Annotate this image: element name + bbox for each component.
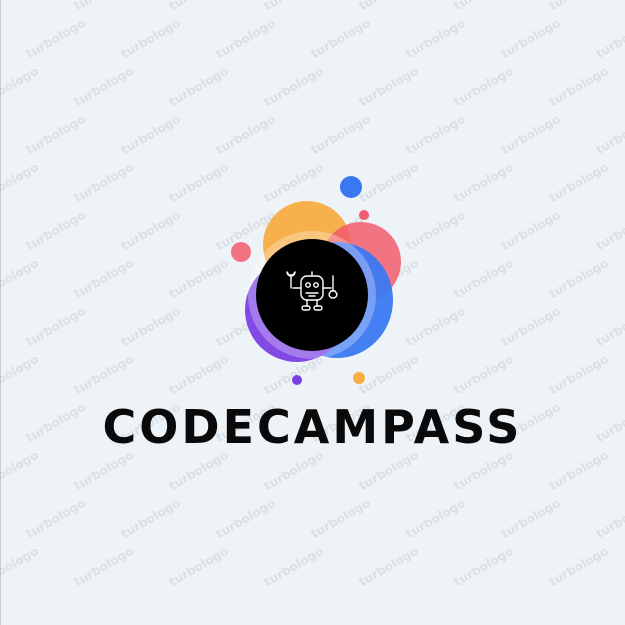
watermark-text: turbologo bbox=[261, 447, 326, 494]
watermark-text: turbologo bbox=[261, 63, 326, 110]
watermark-text: turbologo bbox=[498, 111, 563, 158]
watermark-text: turbologo bbox=[593, 303, 625, 350]
watermark-text: turbologo bbox=[593, 111, 625, 158]
watermark-text: turbologo bbox=[118, 495, 183, 542]
confetti-dot-blue bbox=[340, 176, 362, 198]
watermark-text: turbologo bbox=[547, 0, 611, 13]
watermark-text: turbologo bbox=[0, 0, 41, 13]
watermark-text: turbologo bbox=[71, 159, 136, 206]
watermark-text: turbologo bbox=[213, 495, 278, 542]
watermark-text: turbologo bbox=[0, 543, 41, 590]
watermark-text: turbologo bbox=[167, 0, 231, 13]
watermark-text: turbologo bbox=[593, 207, 625, 254]
watermark-text: turbologo bbox=[308, 111, 373, 158]
watermark-text: turbologo bbox=[166, 63, 231, 110]
watermark-text: turbologo bbox=[403, 495, 468, 542]
watermark-text: turbologo bbox=[356, 543, 421, 590]
watermark-text: turbologo bbox=[451, 63, 516, 110]
logo-mark bbox=[231, 176, 401, 385]
watermark-text: turbologo bbox=[118, 111, 183, 158]
watermark-text: turbologo bbox=[23, 495, 88, 542]
watermark-text: turbologo bbox=[593, 495, 625, 542]
watermark-text: turbologo bbox=[118, 15, 183, 62]
watermark-text: turbologo bbox=[71, 543, 136, 590]
watermark-text: turbologo bbox=[0, 447, 41, 494]
watermark-text: turbologo bbox=[71, 351, 136, 398]
watermark-text: turbologo bbox=[356, 447, 421, 494]
watermark-text: turbologo bbox=[452, 0, 516, 13]
watermark-text: turbologo bbox=[498, 495, 563, 542]
black-disc bbox=[256, 239, 368, 351]
watermark-text: turbologo bbox=[213, 111, 278, 158]
frame-edge bbox=[0, 0, 1, 625]
watermark-text: turbologo bbox=[546, 351, 611, 398]
watermark-text: turbologo bbox=[357, 0, 421, 13]
watermark-text: turbologo bbox=[166, 447, 231, 494]
watermark-text: turbologo bbox=[23, 207, 88, 254]
watermark-text: turbologo bbox=[451, 543, 516, 590]
watermark-text: turbologo bbox=[166, 543, 231, 590]
watermark-text: turbologo bbox=[261, 543, 326, 590]
watermark-text: turbologo bbox=[308, 495, 373, 542]
watermark-text: turbologo bbox=[546, 447, 611, 494]
confetti-dot-purple bbox=[292, 375, 302, 385]
confetti-dot-pink bbox=[359, 210, 369, 220]
watermark-text: turbologo bbox=[166, 351, 231, 398]
watermark-text: turbologo bbox=[403, 207, 468, 254]
watermark-text: turbologo bbox=[0, 63, 41, 110]
watermark-text: turbologo bbox=[451, 159, 516, 206]
watermark-text: turbologo bbox=[546, 63, 611, 110]
watermark-text: turbologo bbox=[593, 15, 625, 62]
watermark-text: turbologo bbox=[23, 15, 88, 62]
watermark-text: turbologo bbox=[546, 159, 611, 206]
watermark-text: turbologo bbox=[23, 111, 88, 158]
watermark-text: turbologo bbox=[262, 0, 326, 13]
watermark-text: turbologo bbox=[166, 159, 231, 206]
watermark-text: turbologo bbox=[118, 303, 183, 350]
watermark-text: turbologo bbox=[498, 207, 563, 254]
watermark-text: turbologo bbox=[118, 207, 183, 254]
watermark-text: turbologo bbox=[451, 351, 516, 398]
watermark-text: turbologo bbox=[213, 15, 278, 62]
watermark-text: turbologo bbox=[403, 303, 468, 350]
brand-name: CODECAMPASS bbox=[102, 400, 523, 454]
watermark-text: turbologo bbox=[71, 255, 136, 302]
watermark-text: turbologo bbox=[546, 543, 611, 590]
watermark-text: turbologo bbox=[451, 255, 516, 302]
watermark-text: turbologo bbox=[0, 351, 41, 398]
watermark-text: turbologo bbox=[403, 111, 468, 158]
watermark-text: turbologo bbox=[356, 63, 421, 110]
watermark-text: turbologo bbox=[71, 447, 136, 494]
watermark-text: turbologo bbox=[0, 159, 41, 206]
logo-canvas: turbologo turbologo turbologo turbologo turb… bbox=[0, 0, 625, 625]
watermark-text: turbologo bbox=[166, 255, 231, 302]
watermark-text: turbologo bbox=[0, 255, 41, 302]
watermark-text: turbologo bbox=[72, 0, 136, 13]
watermark-text: turbologo bbox=[403, 15, 468, 62]
watermark-text: turbologo bbox=[498, 15, 563, 62]
watermark-text: turbologo bbox=[451, 447, 516, 494]
confetti-dot-orange bbox=[353, 372, 365, 384]
watermark-text: turbologo bbox=[308, 15, 373, 62]
watermark-text: turbologo bbox=[546, 255, 611, 302]
watermark-text: turbologo bbox=[23, 303, 88, 350]
watermark-text: turbologo bbox=[71, 63, 136, 110]
watermark-text: turbologo bbox=[498, 303, 563, 350]
confetti-dot-red bbox=[231, 242, 251, 262]
